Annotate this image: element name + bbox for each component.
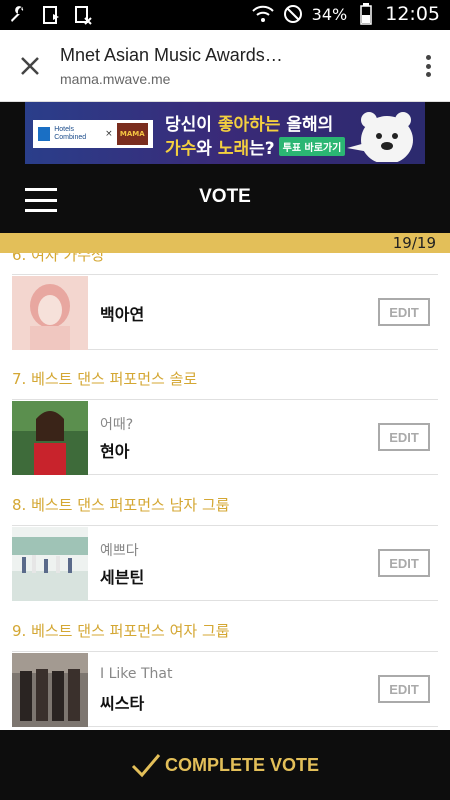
category-heading: 6. 여자 가수상 [12, 253, 105, 264]
overflow-menu-icon[interactable] [420, 52, 436, 80]
no-sim-icon [72, 4, 94, 26]
artist-thumbnail [12, 653, 88, 727]
mama-logo: MAMA [116, 123, 149, 145]
complete-vote-label: COMPLETE VOTE [164, 754, 319, 775]
artist-name: 현아 [100, 442, 130, 461]
complete-vote-button[interactable]: COMPLETE VOTE [0, 730, 450, 800]
banner-subline: 가수와 노래는? 투표 바로가기 [165, 134, 346, 159]
edit-button[interactable]: EDIT [378, 549, 430, 577]
ad-banner[interactable]: Hotels Combined × MAMA 당신이 좋아하는 올해의 가수와 … [25, 102, 425, 164]
wifi-icon [251, 3, 274, 25]
artist-thumbnail [12, 401, 88, 475]
polar-bear-mascot-icon [339, 106, 421, 164]
artist-thumbnail [12, 276, 88, 350]
close-icon[interactable] [16, 52, 44, 80]
tab-title: Mnet Asian Music Awards… [60, 45, 283, 65]
clock: 12:05 [385, 3, 440, 25]
song-title: 예쁘다 [100, 543, 139, 559]
category-heading: 9. 베스트 댄스 퍼포먼스 여자 그룹 [12, 622, 230, 640]
artist-thumbnail [12, 527, 88, 601]
edit-button[interactable]: EDIT [378, 298, 430, 326]
file-download-icon [40, 4, 62, 26]
banner-highlight: 좋아하는 [217, 115, 281, 135]
banner-cta-button[interactable]: 투표 바로가기 [278, 137, 346, 156]
artist-name: 세븐틴 [100, 568, 145, 587]
vote-item: 예쁘다 세븐틴 EDIT [12, 525, 438, 601]
banner-text: 는? [249, 139, 275, 159]
times-icon: × [105, 129, 113, 139]
vote-progress-count: 19/19 [392, 234, 436, 252]
hotelscombined-logo-icon [38, 127, 51, 141]
tab-url: mama.mwave.me [60, 71, 171, 87]
battery-icon [355, 3, 377, 25]
artist-name: 백아연 [100, 305, 145, 324]
song-title: I Like That [100, 666, 173, 682]
banner-highlight: 가수 [165, 139, 197, 159]
checkmark-icon [131, 754, 161, 778]
vote-progress-bar: 19/19 [0, 233, 450, 253]
vote-item: 어때? 현아 EDIT [12, 399, 438, 475]
artist-name: 씨스타 [100, 694, 145, 713]
custom-tab-bar: Mnet Asian Music Awards… mama.mwave.me [0, 30, 450, 102]
category-heading: 7. 베스트 댄스 퍼포먼스 솔로 [12, 370, 198, 388]
status-bar: 34% 12:05 [0, 0, 450, 30]
sponsor-logos: Hotels Combined × MAMA [33, 120, 153, 148]
site-header: Hotels Combined × MAMA 당신이 좋아하는 올해의 가수와 … [0, 102, 450, 233]
sponsor-name: Hotels Combined [54, 126, 87, 141]
banner-headline: 당신이 좋아하는 올해의 [165, 110, 333, 135]
do-not-disturb-icon [282, 3, 304, 25]
page-title: VOTE [199, 186, 251, 207]
edit-button[interactable]: EDIT [378, 423, 430, 451]
song-title: 어때? [100, 417, 134, 433]
vote-item: I Like That 씨스타 EDIT [12, 651, 438, 727]
battery-percent: 34% [311, 4, 348, 24]
banner-text: 당신이 [165, 115, 218, 135]
wrench-icon [8, 4, 30, 26]
banner-text: 와 [196, 139, 218, 159]
vote-list[interactable]: 6. 여자 가수상 백아연 EDIT 7. 베스트 댄스 퍼포먼스 솔로 어때? [0, 253, 450, 730]
banner-text: 올해의 [280, 115, 334, 135]
vote-item: 백아연 EDIT [12, 274, 438, 350]
category-heading: 8. 베스트 댄스 퍼포먼스 남자 그룹 [12, 496, 230, 514]
banner-highlight: 노래 [217, 139, 250, 159]
edit-button[interactable]: EDIT [378, 675, 430, 703]
